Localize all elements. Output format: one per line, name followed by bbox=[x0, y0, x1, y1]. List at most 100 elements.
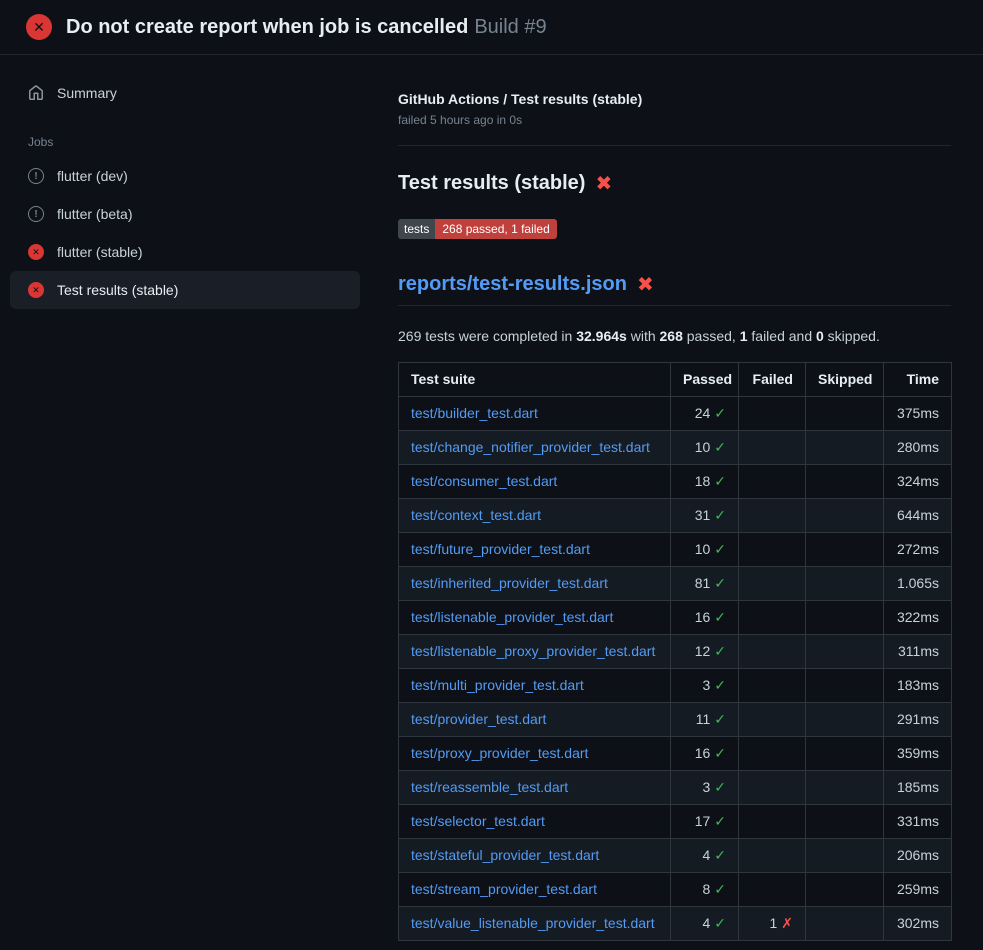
test-suite-link[interactable]: test/stateful_provider_test.dart bbox=[411, 847, 599, 863]
failed-icon: ✕ bbox=[28, 244, 44, 260]
test-suite-link[interactable]: test/listenable_proxy_provider_test.dart bbox=[411, 643, 655, 659]
breadcrumb: GitHub Actions / Test results (stable) bbox=[398, 91, 951, 107]
test-suite-link[interactable]: test/proxy_provider_test.dart bbox=[411, 745, 588, 761]
count: 10 bbox=[695, 541, 711, 557]
report-heading: reports/test-results.json ✖ bbox=[398, 273, 951, 306]
sidebar-item-summary[interactable]: Summary bbox=[0, 77, 370, 109]
time-cell: 331ms bbox=[884, 805, 952, 839]
test-suite-link[interactable]: test/provider_test.dart bbox=[411, 711, 546, 727]
sidebar-item-flutter-stable[interactable]: ✕ flutter (stable) bbox=[10, 233, 360, 271]
passed-cell: 17✓ bbox=[671, 805, 739, 839]
test-suite-link[interactable]: test/builder_test.dart bbox=[411, 405, 538, 421]
test-suite-link[interactable]: test/consumer_test.dart bbox=[411, 473, 557, 489]
table-row: test/provider_test.dart11✓291ms bbox=[399, 703, 952, 737]
test-suite-link[interactable]: test/stream_provider_test.dart bbox=[411, 881, 597, 897]
passed-cell: 3✓ bbox=[671, 669, 739, 703]
layout: Summary Jobs ! flutter (dev) ! flutter (… bbox=[0, 55, 983, 941]
failed-cell bbox=[739, 533, 806, 567]
sidebar-item-flutter-beta[interactable]: ! flutter (beta) bbox=[10, 195, 360, 233]
time-cell: 322ms bbox=[884, 601, 952, 635]
suite-cell: test/selector_test.dart bbox=[399, 805, 671, 839]
count: 11 bbox=[696, 711, 711, 727]
suite-cell: test/builder_test.dart bbox=[399, 397, 671, 431]
time-cell: 183ms bbox=[884, 669, 952, 703]
suite-cell: test/stream_provider_test.dart bbox=[399, 873, 671, 907]
test-suite-link[interactable]: test/selector_test.dart bbox=[411, 813, 545, 829]
suite-cell: test/listenable_provider_test.dart bbox=[399, 601, 671, 635]
test-suite-link[interactable]: test/context_test.dart bbox=[411, 507, 541, 523]
failed-x-icon: ✖ bbox=[595, 174, 612, 194]
failed-status-icon: ✕ bbox=[26, 14, 52, 40]
failed-cell bbox=[739, 635, 806, 669]
count: 24 bbox=[695, 405, 711, 421]
count: 17 bbox=[695, 813, 711, 829]
failed-cell bbox=[739, 567, 806, 601]
check-icon: ✓ bbox=[714, 915, 726, 931]
test-suite-link[interactable]: test/reassemble_test.dart bbox=[411, 779, 568, 795]
check-icon: ✓ bbox=[714, 847, 726, 863]
failed-x-icon: ✖ bbox=[637, 275, 654, 295]
summary-text-part: with bbox=[627, 328, 660, 344]
passed-cell: 12✓ bbox=[671, 635, 739, 669]
passed-cell: 16✓ bbox=[671, 737, 739, 771]
passed-cell: 16✓ bbox=[671, 601, 739, 635]
count: 1 bbox=[769, 915, 777, 931]
skipped-cell bbox=[806, 737, 884, 771]
test-suite-link[interactable]: test/multi_provider_test.dart bbox=[411, 677, 584, 693]
skipped-cell bbox=[806, 839, 884, 873]
skipped-cell bbox=[806, 533, 884, 567]
check-icon: ✓ bbox=[714, 779, 726, 795]
summary-failed-count: 1 bbox=[740, 328, 748, 344]
passed-cell: 10✓ bbox=[671, 431, 739, 465]
job-label: flutter (stable) bbox=[57, 244, 143, 260]
time-cell: 302ms bbox=[884, 907, 952, 941]
check-icon: ✓ bbox=[714, 609, 726, 625]
home-icon bbox=[28, 85, 44, 101]
count: 18 bbox=[695, 473, 711, 489]
failed-cell bbox=[739, 397, 806, 431]
report-file-link[interactable]: reports/test-results.json bbox=[398, 273, 627, 296]
job-label: flutter (beta) bbox=[57, 206, 132, 222]
count: 10 bbox=[695, 439, 711, 455]
table-row: test/proxy_provider_test.dart16✓359ms bbox=[399, 737, 952, 771]
main-content: GitHub Actions / Test results (stable) f… bbox=[370, 55, 983, 941]
time-cell: 324ms bbox=[884, 465, 952, 499]
table-row: test/future_provider_test.dart10✓272ms bbox=[399, 533, 952, 567]
table-row: test/stateful_provider_test.dart4✓206ms bbox=[399, 839, 952, 873]
summary-skipped-count: 0 bbox=[816, 328, 824, 344]
suite-cell: test/stateful_provider_test.dart bbox=[399, 839, 671, 873]
test-suite-link[interactable]: test/value_listenable_provider_test.dart bbox=[411, 915, 655, 931]
suite-cell: test/reassemble_test.dart bbox=[399, 771, 671, 805]
suite-cell: test/future_provider_test.dart bbox=[399, 533, 671, 567]
sidebar-item-test-results-stable[interactable]: ✕ Test results (stable) bbox=[10, 271, 360, 309]
job-label: flutter (dev) bbox=[57, 168, 128, 184]
test-suite-link[interactable]: test/future_provider_test.dart bbox=[411, 541, 590, 557]
suite-cell: test/multi_provider_test.dart bbox=[399, 669, 671, 703]
passed-cell: 24✓ bbox=[671, 397, 739, 431]
time-cell: 291ms bbox=[884, 703, 952, 737]
suite-cell: test/listenable_proxy_provider_test.dart bbox=[399, 635, 671, 669]
sidebar-item-flutter-dev[interactable]: ! flutter (dev) bbox=[10, 157, 360, 195]
count: 16 bbox=[695, 609, 711, 625]
time-cell: 644ms bbox=[884, 499, 952, 533]
table-row: test/multi_provider_test.dart 3✓ 183ms bbox=[399, 669, 952, 703]
table-row: test/listenable_provider_test.dart 16✓ 322… bbox=[399, 601, 952, 635]
skipped-cell bbox=[806, 703, 884, 737]
passed-cell: 81✓ bbox=[671, 567, 739, 601]
test-suite-link[interactable]: test/listenable_provider_test.dart bbox=[411, 609, 613, 625]
failed-cell bbox=[739, 601, 806, 635]
cancelled-icon: ! bbox=[28, 168, 44, 184]
table-row: test/consumer_test.dart18✓324ms bbox=[399, 465, 952, 499]
skipped-cell bbox=[806, 771, 884, 805]
passed-cell: 8✓ bbox=[671, 873, 739, 907]
count: 8 bbox=[702, 881, 710, 897]
failed-cell bbox=[739, 771, 806, 805]
count: 16 bbox=[695, 745, 711, 761]
count: 81 bbox=[695, 575, 711, 591]
test-suite-link[interactable]: test/inherited_provider_test.dart bbox=[411, 575, 608, 591]
check-icon: ✓ bbox=[714, 541, 726, 557]
test-suite-link[interactable]: test/change_notifier_provider_test.dart bbox=[411, 439, 650, 455]
summary-passed-count: 268 bbox=[660, 328, 683, 344]
check-run-title: Test results (stable) ✖ bbox=[398, 172, 951, 195]
column-header-test-suite: Test suite bbox=[399, 363, 671, 397]
